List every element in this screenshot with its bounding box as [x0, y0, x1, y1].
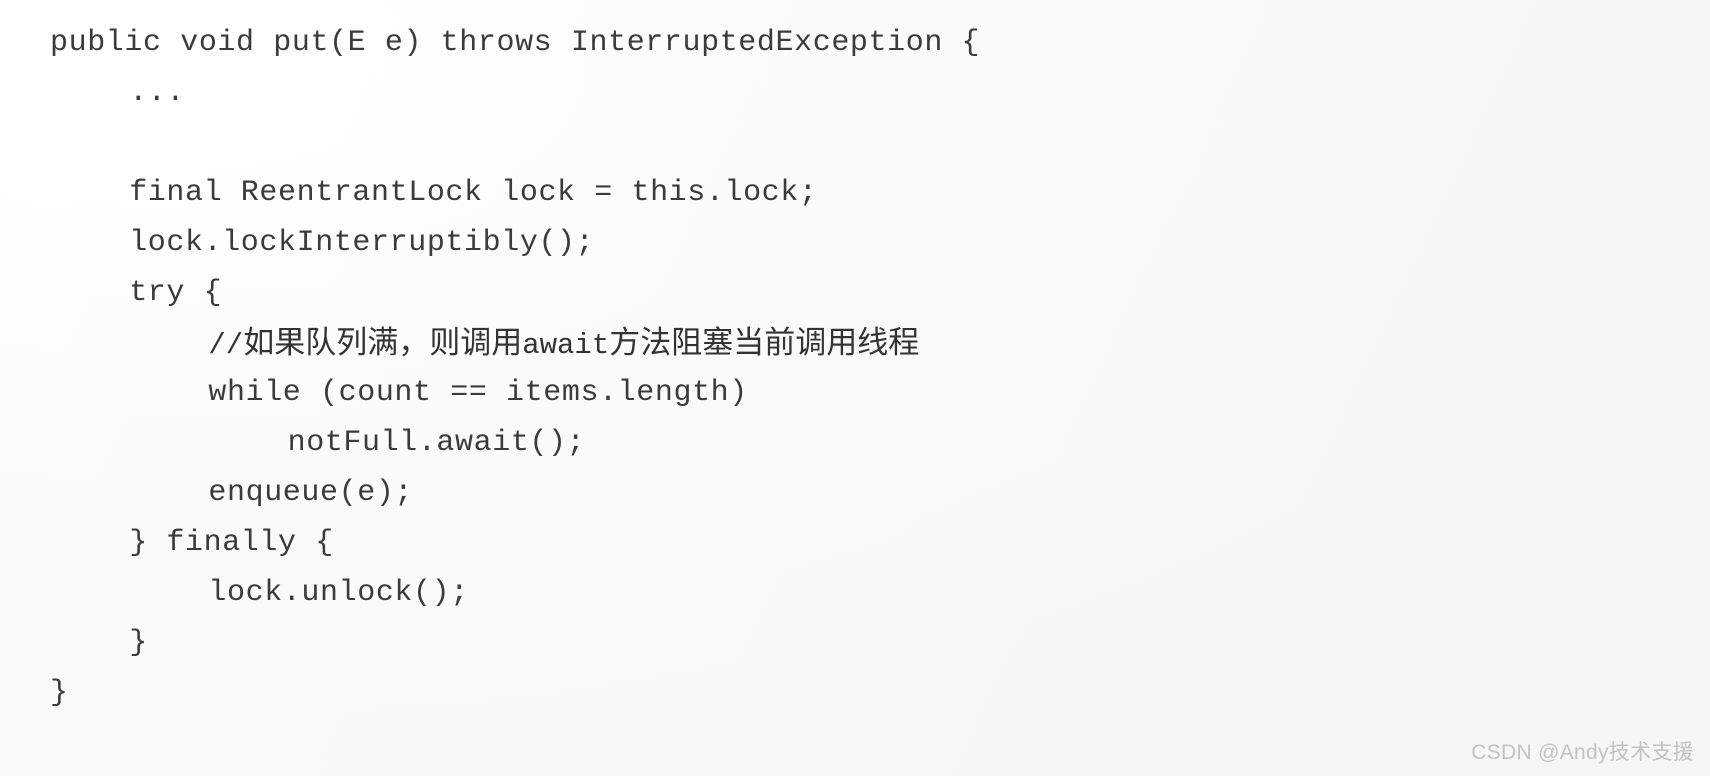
comment-latin-run: await [522, 329, 610, 362]
code-listing-page: public void put(E e) throws InterruptedE… [0, 0, 1710, 776]
code-line: lock.lockInterruptibly(); [129, 226, 595, 260]
code-line: while (count == items.length) [208, 376, 748, 410]
code-line: } [129, 626, 148, 660]
code-line: enqueue(e); [208, 476, 414, 510]
code-line: final ReentrantLock lock = this.lock; [129, 176, 818, 210]
code-line: //如果队列满，则调用await方法阻塞当前调用线程 [208, 325, 920, 362]
csdn-watermark: CSDN @Andy技术支援 [1471, 741, 1694, 764]
code-line: try { [129, 276, 223, 310]
comment-latin-run: // [208, 329, 244, 362]
code-line: notFull.await(); [287, 426, 586, 460]
code-line: ... [129, 76, 185, 110]
code-line: } [50, 676, 69, 710]
code-line: public void put(E e) throws InterruptedE… [50, 26, 981, 60]
code-line: lock.unlock(); [208, 576, 469, 610]
code-line: } finally { [129, 526, 334, 560]
code-listing: public void put(E e) throws InterruptedE… [0, 18, 1710, 718]
